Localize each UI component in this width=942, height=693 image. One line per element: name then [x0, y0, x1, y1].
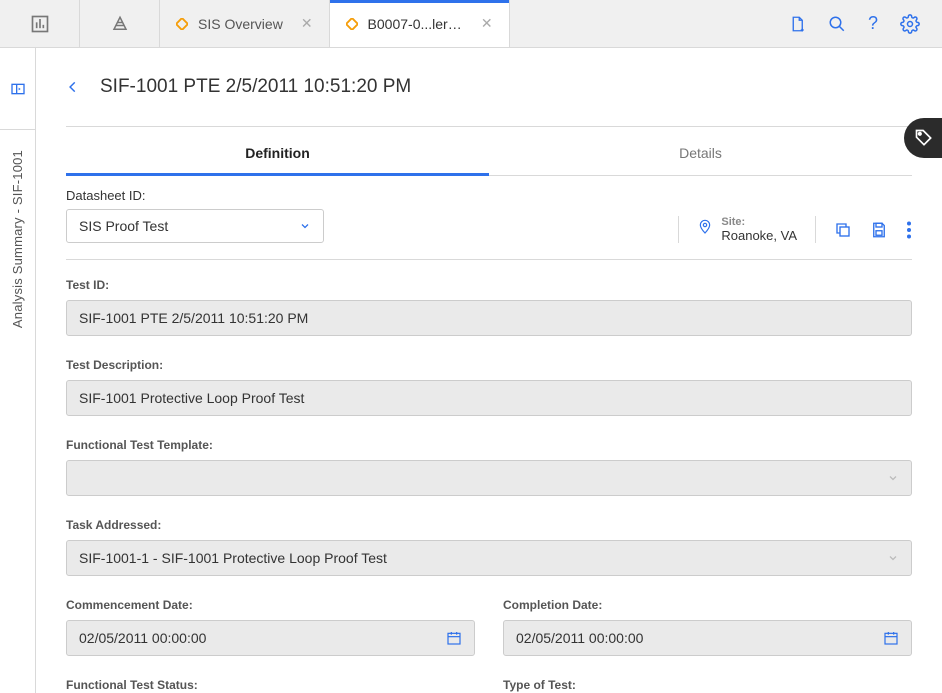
close-icon[interactable]: ✕	[301, 15, 313, 32]
row-status-type: Functional Test Status: Complete Type of…	[66, 678, 912, 693]
form: Test ID: SIF-1001 PTE 2/5/2011 10:51:20 …	[66, 260, 912, 693]
dashboard-icon-button[interactable]	[0, 0, 80, 47]
test-id-input[interactable]: SIF-1001 PTE 2/5/2011 10:51:20 PM	[66, 300, 912, 336]
document-add-icon[interactable]	[788, 14, 806, 34]
subtabs: Definition Details	[66, 127, 912, 176]
site-block: Site: Roanoke, VA	[678, 216, 816, 243]
tag-icon	[914, 128, 934, 148]
commencement-date-value: 02/05/2011 00:00:00	[79, 630, 206, 646]
siderail: Analysis Summary - SIF-1001	[0, 48, 36, 693]
completion-date-input[interactable]: 02/05/2011 00:00:00	[503, 620, 912, 656]
chevron-down-icon	[299, 220, 311, 232]
siderail-toggle[interactable]	[0, 48, 35, 130]
page-header: SIF-1001 PTE 2/5/2011 10:51:20 PM	[66, 76, 912, 98]
tab-b0007[interactable]: B0007-0...ler SIS ✕	[330, 0, 510, 47]
copy-icon[interactable]	[834, 221, 852, 239]
site-label: Site:	[721, 216, 797, 228]
help-icon[interactable]: ?	[868, 13, 878, 34]
panel-expand-icon	[10, 81, 26, 97]
diamond-icon	[346, 18, 358, 30]
field-type-of-test: Type of Test: Functional Test	[503, 678, 912, 693]
datasheet-id-select[interactable]: SIS Proof Test	[66, 209, 324, 243]
functional-test-status-label: Functional Test Status:	[66, 678, 475, 692]
field-task-addressed: Task Addressed: SIF-1001-1 - SIF-1001 Pr…	[66, 518, 912, 576]
more-icon[interactable]	[906, 221, 912, 239]
calendar-icon[interactable]	[446, 630, 462, 646]
site-text: Site: Roanoke, VA	[721, 216, 797, 243]
hierarchy-icon	[111, 15, 129, 33]
tab-label: SIS Overview	[198, 16, 283, 32]
tab-sis-overview[interactable]: SIS Overview ✕	[160, 0, 330, 47]
task-addressed-select[interactable]: SIF-1001-1 - SIF-1001 Protective Loop Pr…	[66, 540, 912, 576]
field-commencement-date: Commencement Date: 02/05/2011 00:00:00	[66, 598, 475, 656]
siderail-label[interactable]: Analysis Summary - SIF-1001	[10, 150, 25, 328]
test-id-value: SIF-1001 PTE 2/5/2011 10:51:20 PM	[79, 310, 308, 326]
datasheet-row: Datasheet ID: SIS Proof Test Site: Roano…	[66, 176, 912, 260]
datasheet-right: Site: Roanoke, VA	[678, 216, 912, 243]
completion-date-label: Completion Date:	[503, 598, 912, 612]
functional-test-template-select[interactable]	[66, 460, 912, 496]
field-functional-test-status: Functional Test Status: Complete	[66, 678, 475, 693]
field-completion-date: Completion Date: 02/05/2011 00:00:00	[503, 598, 912, 656]
main-content: SIF-1001 PTE 2/5/2011 10:51:20 PM Defini…	[36, 48, 942, 693]
test-description-label: Test Description:	[66, 358, 912, 372]
datasheet-id-value: SIS Proof Test	[79, 218, 168, 234]
page-title: SIF-1001 PTE 2/5/2011 10:51:20 PM	[100, 76, 411, 98]
floating-tag-badge[interactable]	[904, 118, 942, 158]
completion-date-value: 02/05/2011 00:00:00	[516, 630, 643, 646]
tabstrip: SIS Overview ✕ B0007-0...ler SIS ✕	[160, 0, 766, 47]
test-description-input[interactable]: SIF-1001 Protective Loop Proof Test	[66, 380, 912, 416]
chevron-left-icon	[66, 78, 80, 96]
field-test-id: Test ID: SIF-1001 PTE 2/5/2011 10:51:20 …	[66, 278, 912, 336]
diamond-icon	[176, 18, 188, 30]
tab-label: B0007-0...ler SIS	[368, 16, 463, 32]
topbar-actions: ?	[766, 0, 942, 47]
chevron-down-icon	[887, 472, 899, 484]
task-addressed-value: SIF-1001-1 - SIF-1001 Protective Loop Pr…	[79, 550, 387, 566]
commencement-date-label: Commencement Date:	[66, 598, 475, 612]
field-test-description: Test Description: SIF-1001 Protective Lo…	[66, 358, 912, 416]
topbar-left-icons	[0, 0, 160, 47]
datasheet-left: Datasheet ID: SIS Proof Test	[66, 188, 324, 243]
type-of-test-label: Type of Test:	[503, 678, 912, 692]
dashboard-icon	[30, 14, 50, 34]
back-button[interactable]	[66, 78, 80, 96]
hierarchy-icon-button[interactable]	[80, 0, 160, 47]
field-functional-test-template: Functional Test Template:	[66, 438, 912, 496]
body: Analysis Summary - SIF-1001 SIF-1001 PTE…	[0, 48, 942, 693]
search-icon[interactable]	[828, 15, 846, 33]
subtab-details[interactable]: Details	[489, 127, 912, 176]
task-addressed-label: Task Addressed:	[66, 518, 912, 532]
functional-test-template-label: Functional Test Template:	[66, 438, 912, 452]
commencement-date-input[interactable]: 02/05/2011 00:00:00	[66, 620, 475, 656]
datasheet-id-label: Datasheet ID:	[66, 188, 324, 203]
calendar-icon[interactable]	[883, 630, 899, 646]
test-id-label: Test ID:	[66, 278, 912, 292]
site-value: Roanoke, VA	[721, 228, 797, 243]
pin-icon	[697, 217, 713, 237]
test-description-value: SIF-1001 Protective Loop Proof Test	[79, 390, 304, 406]
row-dates: Commencement Date: 02/05/2011 00:00:00 C…	[66, 598, 912, 678]
close-icon[interactable]: ✕	[481, 15, 493, 32]
subtab-definition[interactable]: Definition	[66, 127, 489, 176]
save-icon[interactable]	[870, 221, 888, 239]
chevron-down-icon	[887, 552, 899, 564]
topbar: SIS Overview ✕ B0007-0...ler SIS ✕ ?	[0, 0, 942, 48]
gear-icon[interactable]	[900, 14, 920, 34]
